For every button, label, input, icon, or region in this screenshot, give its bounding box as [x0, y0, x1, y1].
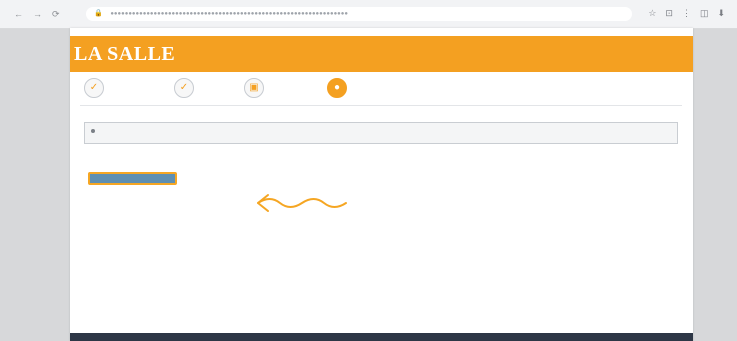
progress-steps: ✓ ✓ ▣ ● [84, 78, 644, 100]
annotation-arrow-icon [257, 194, 347, 212]
sidebar-icon[interactable]: ◫ [700, 8, 709, 18]
address-bar[interactable]: 🔒 ●●●●●●●●●●●●●●●●●●●●●●●●●●●●●●●●●●●●●●… [86, 7, 632, 21]
page-footer [70, 333, 693, 341]
step-check-icon: ✓ [84, 78, 104, 98]
page-content: LA SALLE ✓ ✓ ▣ ● [70, 28, 693, 341]
download-icon[interactable]: ⬇ [717, 8, 725, 18]
forward-icon[interactable]: → [33, 9, 42, 19]
brand-logo: LA SALLE [74, 43, 176, 65]
extensions-icon[interactable]: ⊡ [665, 8, 673, 18]
back-icon[interactable]: ← [14, 9, 23, 19]
lock-icon: 🔒 [94, 10, 103, 18]
arrow-head [257, 194, 269, 212]
info-message [84, 122, 678, 144]
url-text: ●●●●●●●●●●●●●●●●●●●●●●●●●●●●●●●●●●●●●●●●… [110, 10, 348, 17]
continue-button[interactable] [88, 172, 177, 185]
browser-navigation: ← → ⟳ [14, 9, 60, 19]
step-check-icon: ✓ [174, 78, 194, 98]
site-header: LA SALLE [70, 36, 693, 72]
menu-icon[interactable]: ⋮ [682, 8, 691, 18]
reload-icon[interactable]: ⟳ [52, 9, 60, 19]
browser-toolbar: ← → ⟳ 🔒 ●●●●●●●●●●●●●●●●●●●●●●●●●●●●●●●●… [0, 0, 737, 29]
browser-actions: ☆ ⊡ ⋮ ◫ ⬇ [648, 8, 725, 18]
step-active-icon: ● [327, 78, 347, 98]
arrow-squiggle [257, 198, 347, 208]
bullet-icon [91, 129, 95, 133]
divider [80, 105, 682, 106]
step-document-icon: ▣ [244, 78, 264, 98]
bookmark-icon[interactable]: ☆ [648, 8, 656, 18]
